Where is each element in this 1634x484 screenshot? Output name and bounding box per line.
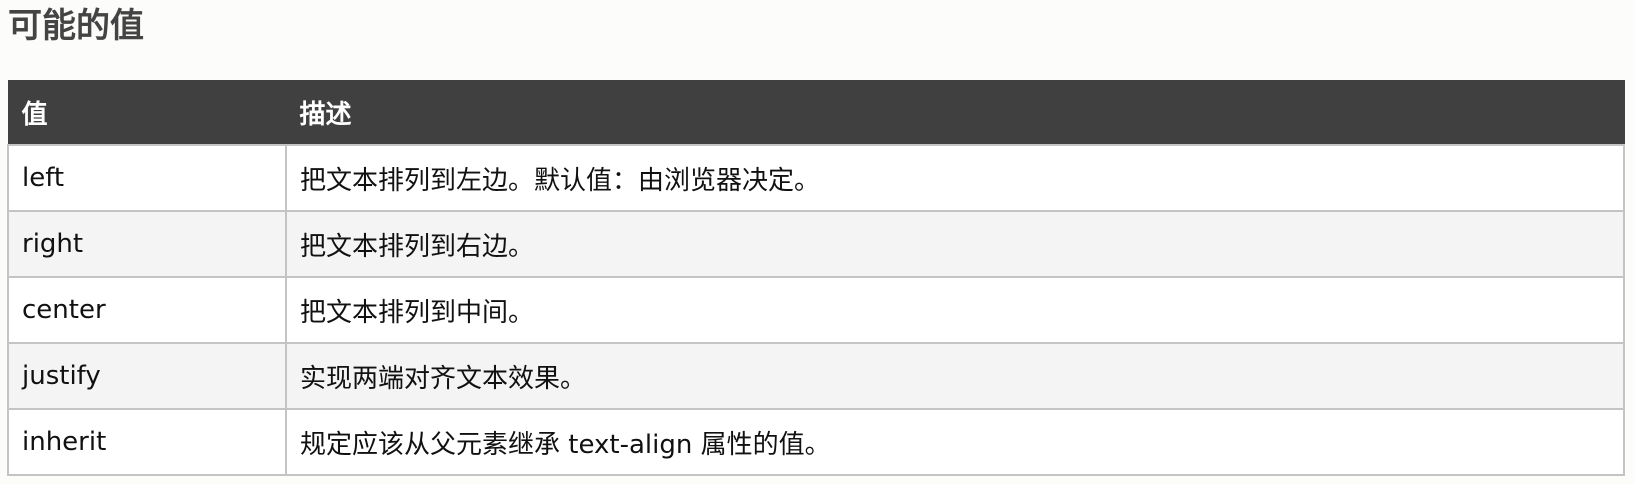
table-row: center 把文本排列到中间。 xyxy=(7,276,1625,344)
table-row: justify 实现两端对齐文本效果。 xyxy=(7,342,1625,410)
value-cell: left xyxy=(7,144,287,212)
value-cell: center xyxy=(7,276,287,344)
column-header-value: 值 xyxy=(7,80,287,146)
description-cell: 把文本排列到左边。默认值：由浏览器决定。 xyxy=(285,144,1625,212)
description-cell: 把文本排列到中间。 xyxy=(285,276,1625,344)
table-header-row: 值 描述 xyxy=(7,80,1625,146)
description-cell: 实现两端对齐文本效果。 xyxy=(285,342,1625,410)
page: 可能的值 值 描述 left 把文本排列到左边。默认值：由浏览器决定。 righ… xyxy=(0,0,1634,484)
table-row: left 把文本排列到左边。默认值：由浏览器决定。 xyxy=(7,144,1625,212)
column-header-description: 描述 xyxy=(285,80,1625,146)
values-table: 值 描述 left 把文本排列到左边。默认值：由浏览器决定。 right 把文本… xyxy=(7,80,1625,476)
value-cell: justify xyxy=(7,342,287,410)
table-row: inherit 规定应该从父元素继承 text-align 属性的值。 xyxy=(7,408,1625,476)
value-cell: right xyxy=(7,210,287,278)
description-cell: 规定应该从父元素继承 text-align 属性的值。 xyxy=(285,408,1625,476)
description-cell: 把文本排列到右边。 xyxy=(285,210,1625,278)
value-cell: inherit xyxy=(7,408,287,476)
page-title: 可能的值 xyxy=(8,6,144,46)
table-row: right 把文本排列到右边。 xyxy=(7,210,1625,278)
